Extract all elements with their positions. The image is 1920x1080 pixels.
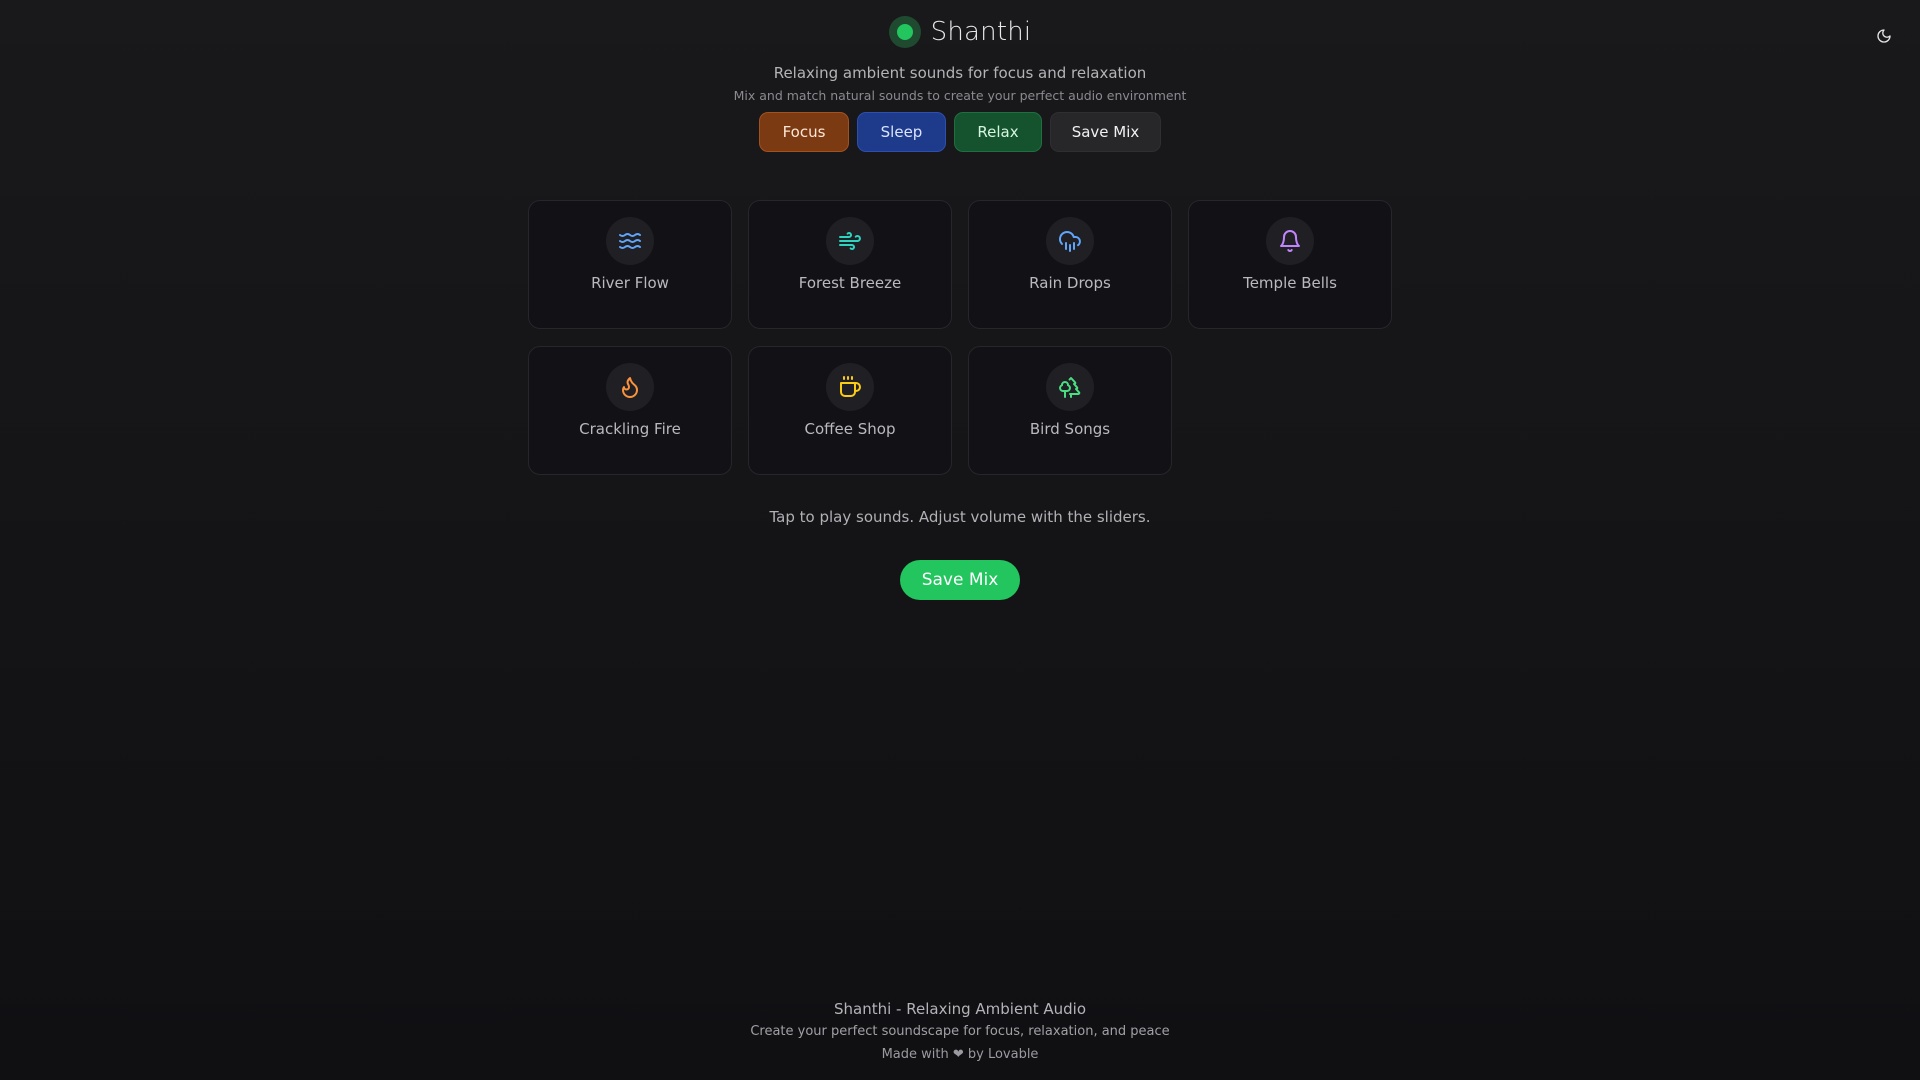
tagline: Relaxing ambient sounds for focus and re…	[773, 64, 1147, 82]
sound-card-river-flow[interactable]: River Flow	[528, 200, 732, 329]
sound-card-temple-bells[interactable]: Temple Bells	[1188, 200, 1392, 329]
sound-grid: River Flow Forest Breeze Rain Drops Temp…	[528, 200, 1392, 475]
bell-icon	[1280, 230, 1300, 252]
sound-card-label: Forest Breeze	[798, 274, 902, 292]
preset-sleep-button[interactable]: Sleep	[857, 112, 946, 152]
sound-card-label: Crackling Fire	[579, 420, 681, 438]
sound-card-forest-breeze[interactable]: Forest Breeze	[748, 200, 952, 329]
page-header: Shanthi Relaxing ambient sounds for focu…	[0, 0, 1920, 103]
sound-card-label: Temple Bells	[1243, 274, 1337, 292]
footer-made-with: Made with ❤ by Lovable	[881, 1047, 1039, 1062]
sound-card-label: Rain Drops	[1029, 274, 1111, 292]
sound-card-rain-drops[interactable]: Rain Drops	[968, 200, 1172, 329]
preset-save-mix-button[interactable]: Save Mix	[1050, 112, 1161, 152]
usage-hint: Tap to play sounds. Adjust volume with t…	[769, 508, 1151, 526]
sound-card-label: Bird Songs	[1029, 420, 1111, 438]
brand: Shanthi	[0, 15, 1920, 49]
cloud-rain-icon	[1059, 231, 1081, 252]
save-mix-button[interactable]: Save Mix	[900, 560, 1020, 600]
trees-icon	[1059, 377, 1081, 398]
preset-bar: Focus Sleep Relax Save Mix	[0, 112, 1920, 152]
preset-relax-button[interactable]: Relax	[954, 112, 1042, 152]
brand-logo-icon	[888, 16, 921, 48]
sound-card-crackling-fire[interactable]: Crackling Fire	[528, 346, 732, 475]
footer-title: Shanthi - Relaxing Ambient Audio	[834, 1000, 1086, 1018]
sound-card-bird-songs[interactable]: Bird Songs	[968, 346, 1172, 475]
sound-card-label: River Flow	[591, 274, 669, 292]
page-footer: Shanthi - Relaxing Ambient Audio Create …	[0, 1000, 1920, 1062]
coffee-icon	[840, 376, 861, 397]
subtagline: Mix and match natural sounds to create y…	[733, 88, 1187, 103]
waves-icon	[619, 233, 641, 249]
sound-card-label: Coffee Shop	[804, 420, 896, 438]
wind-icon	[839, 232, 861, 250]
preset-focus-button[interactable]: Focus	[759, 112, 849, 152]
sound-card-coffee-shop[interactable]: Coffee Shop	[748, 346, 952, 475]
footer-subtitle: Create your perfect soundscape for focus…	[750, 1024, 1170, 1039]
app-title: Shanthi	[930, 17, 1032, 47]
flame-icon	[622, 377, 638, 398]
